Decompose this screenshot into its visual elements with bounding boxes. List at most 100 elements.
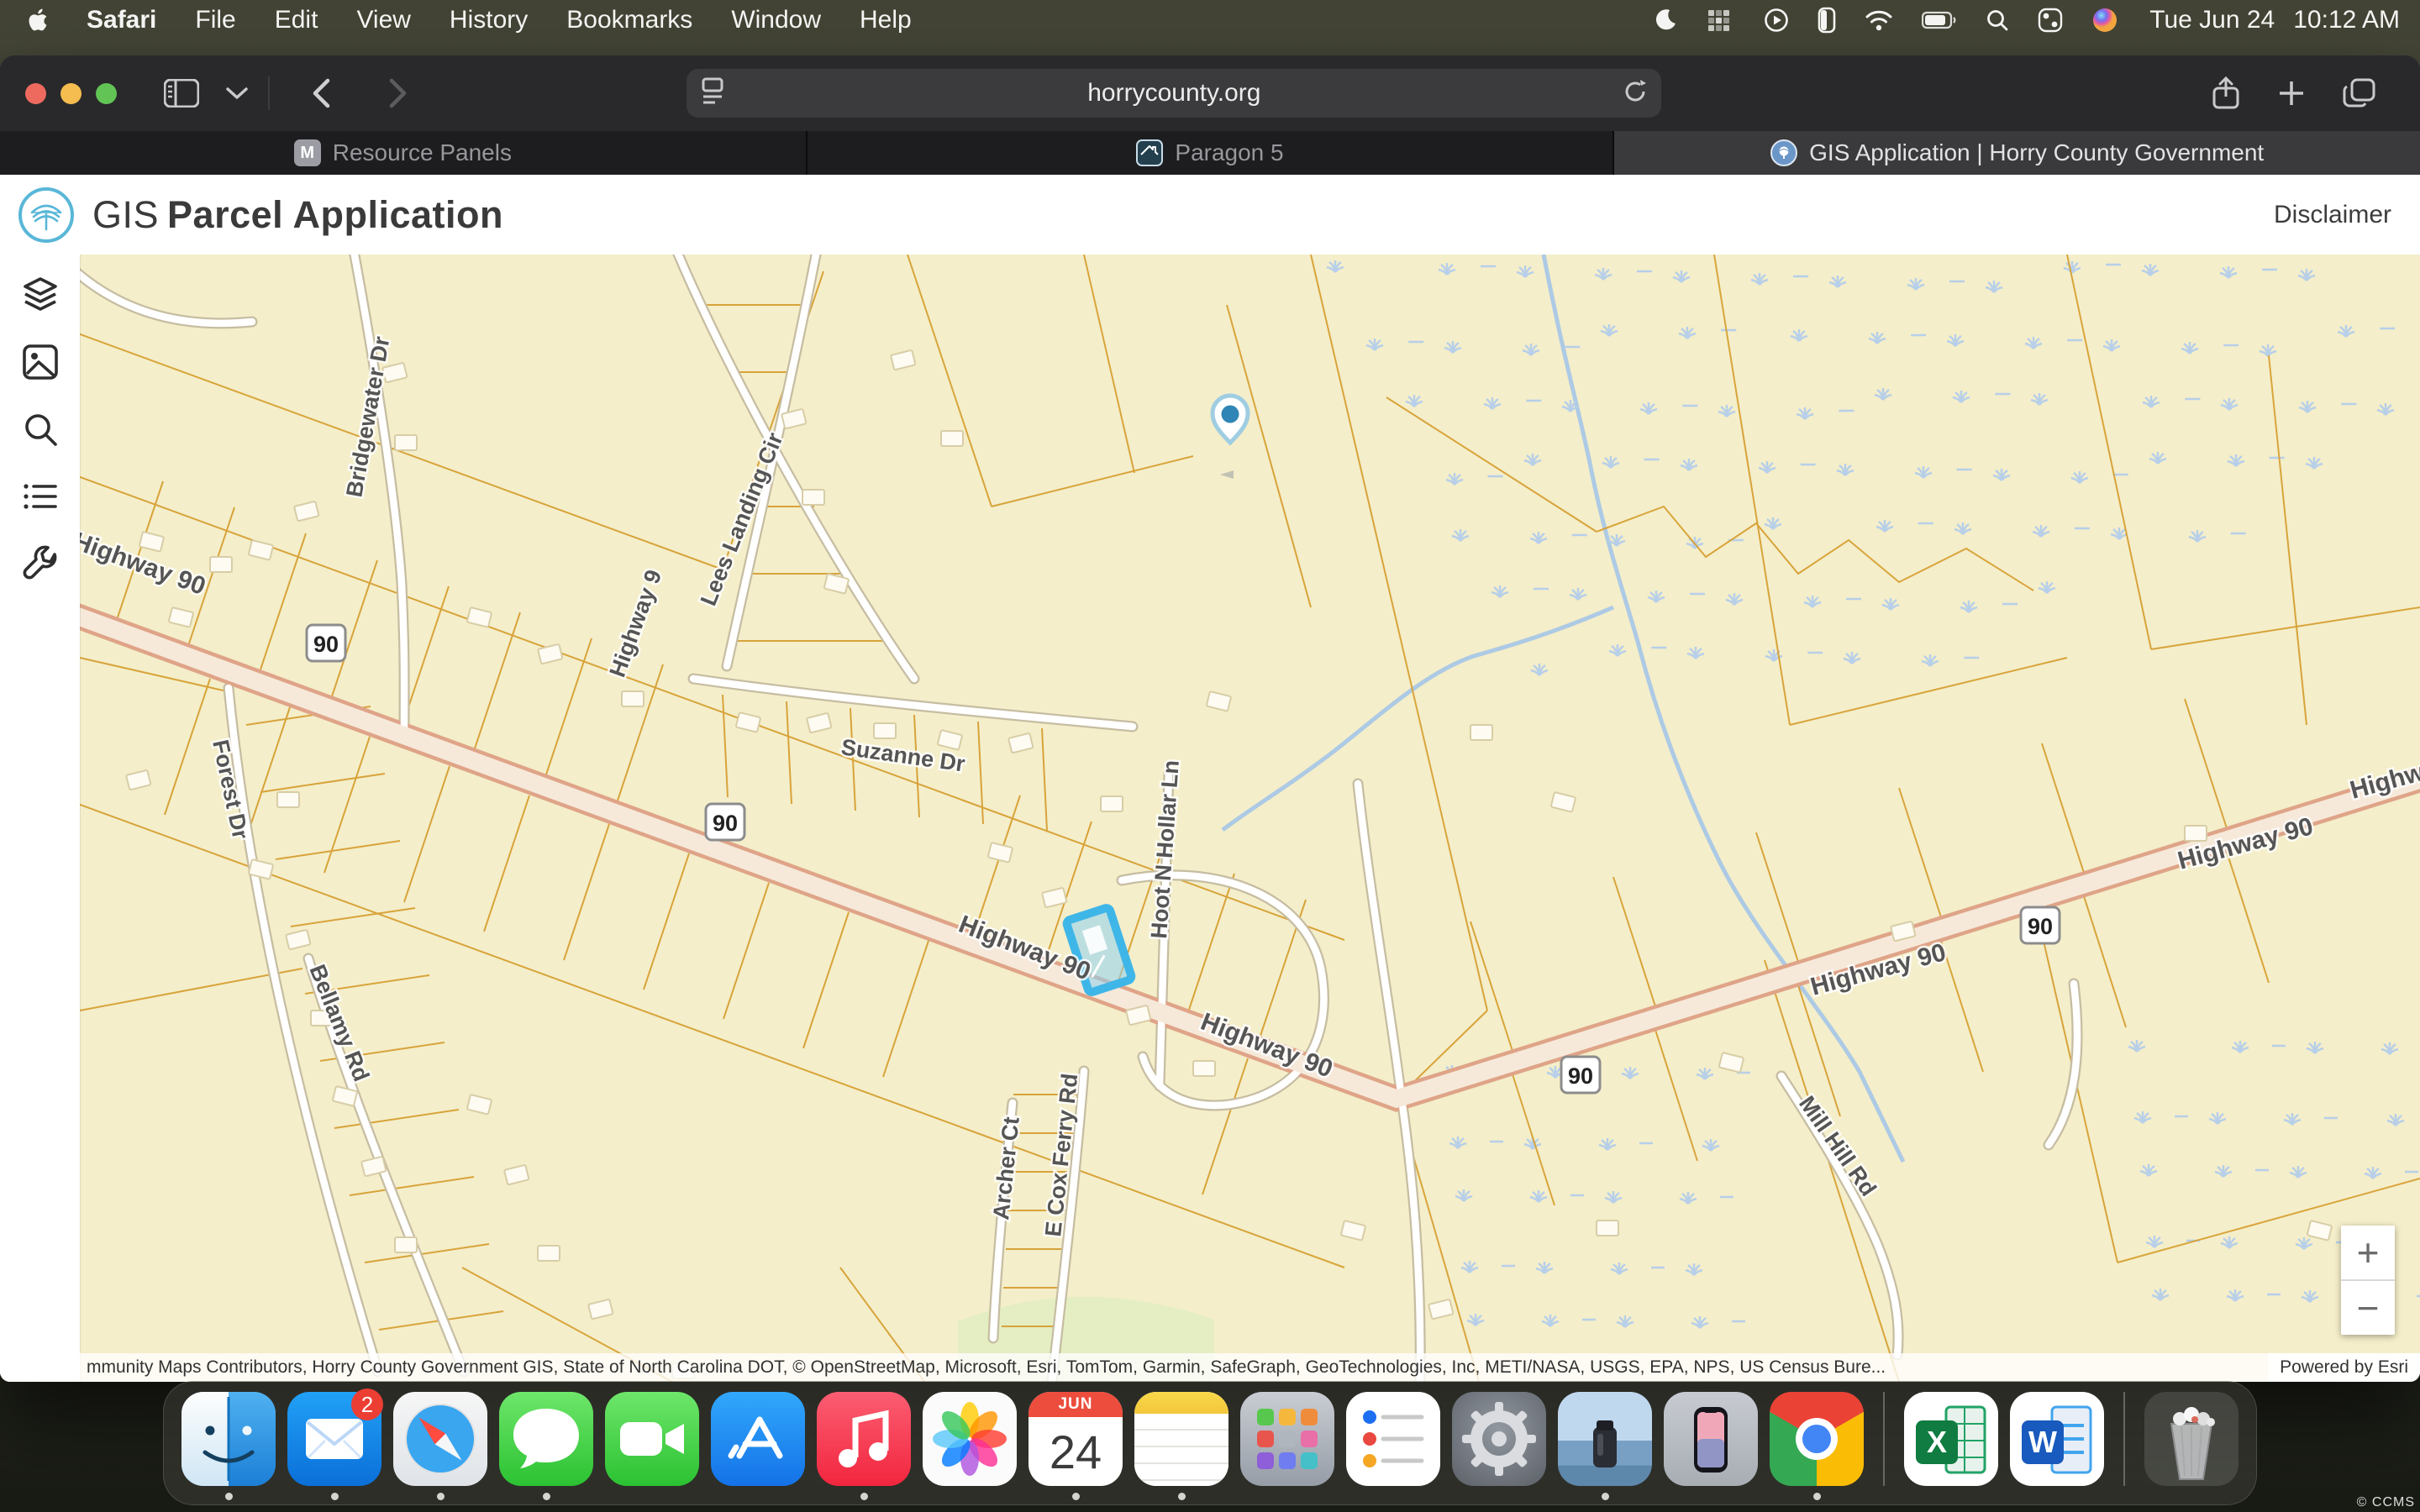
menu-item-window[interactable]: Window <box>712 6 840 34</box>
dock-item-microsoft-excel[interactable]: X <box>1904 1392 1998 1500</box>
dock-item-trash[interactable] <box>2144 1392 2238 1500</box>
menu-bar-clock[interactable]: Tue Jun 24 10:12 AM <box>2133 6 2400 34</box>
keyboard-brightness-icon[interactable] <box>1692 8 1749 32</box>
wallpaper-credit: © CCMS <box>2357 1495 2415 1510</box>
dock-item-notes[interactable] <box>1134 1392 1228 1500</box>
battery-icon[interactable] <box>1907 11 1971 29</box>
dock-item-safari[interactable] <box>393 1392 487 1500</box>
messages-app-icon[interactable] <box>499 1392 593 1486</box>
running-indicator <box>331 1493 339 1500</box>
play-circle-icon[interactable] <box>1749 8 1803 33</box>
dock-item-launchpad[interactable] <box>1240 1392 1334 1500</box>
search-icon[interactable] <box>15 404 66 454</box>
launchpad-app-icon[interactable] <box>1240 1392 1334 1486</box>
menu-item-history[interactable]: History <box>430 6 547 34</box>
control-center-icon[interactable] <box>2023 8 2077 33</box>
notes-app-icon[interactable] <box>1134 1392 1228 1486</box>
dock-item-messages[interactable] <box>499 1392 593 1500</box>
dock-item-facetime[interactable] <box>605 1392 699 1500</box>
dock-item-photos[interactable] <box>923 1392 1017 1500</box>
dock-item-media-viewer[interactable] <box>1558 1392 1652 1500</box>
reload-icon[interactable] <box>1623 78 1648 109</box>
siri-icon[interactable] <box>2077 7 2133 34</box>
highway-shield: 90 <box>706 804 744 840</box>
sidebar-toggle-icon[interactable] <box>150 79 213 108</box>
minimize-button[interactable] <box>60 83 82 104</box>
reminders-app-icon[interactable] <box>1346 1392 1440 1486</box>
app-store-app-icon[interactable] <box>711 1392 805 1486</box>
chevron-down-icon[interactable] <box>213 87 261 100</box>
highway-shield: 90 <box>307 625 345 661</box>
address-bar[interactable]: horrycounty.org <box>687 69 1661 118</box>
close-button[interactable] <box>25 83 46 104</box>
menu-item-help[interactable]: Help <box>840 6 931 34</box>
tab-resource-panels[interactable]: MResource Panels <box>0 131 806 175</box>
tab-overview-icon[interactable] <box>2324 77 2395 109</box>
dock-item-app-store[interactable] <box>711 1392 805 1500</box>
media-viewer-app-icon[interactable] <box>1558 1392 1652 1486</box>
apple-icon[interactable] <box>20 7 67 34</box>
menu-bar-status: Tue Jun 24 10:12 AM <box>1639 6 2400 34</box>
dock-item-calendar[interactable]: JUN24 <box>1028 1392 1123 1500</box>
do-not-disturb-moon-icon[interactable] <box>1639 8 1692 33</box>
image-icon[interactable] <box>15 337 66 387</box>
dock-item-mail[interactable]: 2 <box>287 1392 381 1500</box>
list-icon[interactable] <box>15 471 66 522</box>
running-indicator <box>225 1493 233 1500</box>
microsoft-excel-app-icon[interactable]: X <box>1904 1392 1998 1486</box>
menu-item-edit[interactable]: Edit <box>255 6 338 34</box>
map-tools-sidebar <box>0 255 80 1382</box>
map-container[interactable]: Highway 90Highway 90Highway 90Highway 90… <box>0 255 2420 1382</box>
dock-item-microsoft-word[interactable]: W <box>2010 1392 2104 1500</box>
back-icon[interactable] <box>298 78 344 108</box>
menu-bar-left: SafariFileEditViewHistoryBookmarksWindow… <box>20 6 931 34</box>
trash-app-icon[interactable] <box>2144 1392 2238 1486</box>
page-format-icon[interactable] <box>700 77 725 110</box>
spotlight-search-icon[interactable] <box>1971 8 2023 32</box>
dock-item-system-settings[interactable] <box>1452 1392 1546 1500</box>
menu-item-view[interactable]: View <box>337 6 429 34</box>
menu-item-file[interactable]: File <box>176 6 255 34</box>
office-letter: W <box>2022 1420 2064 1464</box>
zoom-out-button[interactable]: − <box>2341 1281 2395 1335</box>
menu-app-name[interactable]: Safari <box>67 6 176 34</box>
google-chrome-app-icon[interactable] <box>1770 1392 1864 1486</box>
fullscreen-button[interactable] <box>96 83 117 104</box>
url-text[interactable]: horrycounty.org <box>725 79 1623 108</box>
safari-app-icon[interactable] <box>393 1392 487 1486</box>
microsoft-word-app-icon[interactable]: W <box>2010 1392 2104 1486</box>
photos-app-icon[interactable] <box>923 1392 1017 1486</box>
disclaimer-link[interactable]: Disclaimer <box>2274 201 2391 229</box>
layers-icon[interactable] <box>15 270 66 320</box>
iphone-mirroring-app-icon[interactable] <box>1664 1392 1758 1486</box>
dock-item-finder[interactable] <box>182 1392 276 1500</box>
dock-item-reminders[interactable] <box>1346 1392 1440 1500</box>
running-indicator <box>437 1493 445 1500</box>
tab-gis-application-horry-county-g[interactable]: GIS Application | Horry County Governmen… <box>1612 131 2420 175</box>
system-settings-app-icon[interactable] <box>1452 1392 1546 1486</box>
dock-item-music[interactable] <box>817 1392 911 1500</box>
finder-app-icon[interactable] <box>182 1392 276 1486</box>
zoom-in-button[interactable]: + <box>2341 1226 2395 1279</box>
parcel-map[interactable]: Highway 90Highway 90Highway 90Highway 90… <box>0 255 2420 1382</box>
dock-item-iphone-mirroring[interactable] <box>1664 1392 1758 1500</box>
music-app-icon[interactable] <box>817 1392 911 1486</box>
menu-item-bookmarks[interactable]: Bookmarks <box>547 6 712 34</box>
dock-separator <box>1883 1392 1885 1486</box>
dock-item-google-chrome[interactable] <box>1770 1392 1864 1500</box>
forward-icon[interactable] <box>376 78 421 108</box>
facetime-app-icon[interactable] <box>605 1392 699 1486</box>
svg-text:90: 90 <box>1568 1063 1593 1089</box>
mail-app-icon[interactable]: 2 <box>287 1392 381 1486</box>
wifi-icon[interactable] <box>1850 9 1907 31</box>
toolbar-right <box>2193 76 2395 110</box>
dock: 2 JUN24 XW <box>163 1381 2257 1505</box>
running-indicator <box>543 1493 550 1500</box>
tab-paragon-5[interactable]: Paragon 5 <box>806 131 1613 175</box>
new-tab-icon[interactable] <box>2259 79 2324 108</box>
display-mirroring-icon[interactable] <box>1803 7 1850 34</box>
clock-date: Tue Jun 24 <box>2149 6 2275 34</box>
share-icon[interactable] <box>2193 76 2259 110</box>
wrench-icon[interactable] <box>15 538 66 589</box>
calendar-app-icon[interactable]: JUN24 <box>1028 1392 1123 1486</box>
